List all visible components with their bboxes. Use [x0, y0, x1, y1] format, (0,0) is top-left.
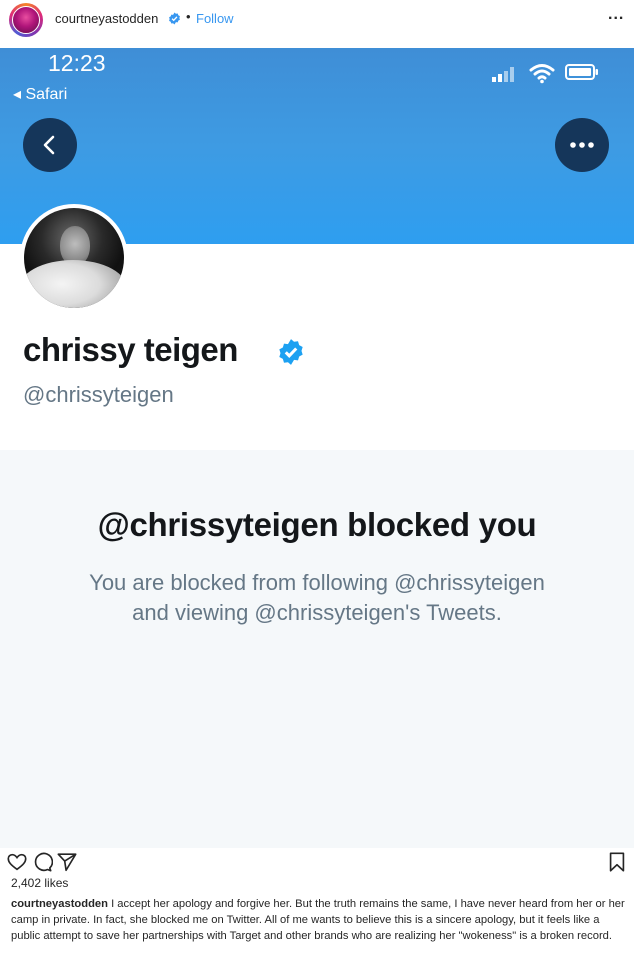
- bookmark-icon[interactable]: [606, 851, 628, 873]
- post-caption: courtneyastodden I accept her apology an…: [11, 896, 625, 944]
- blocked-message: You are blocked from following @chrissyt…: [0, 568, 634, 628]
- back-button[interactable]: [23, 118, 77, 172]
- separator-dot: •: [186, 9, 191, 24]
- verified-badge-icon: [279, 339, 303, 365]
- follow-button[interactable]: Follow: [196, 11, 234, 26]
- more-options-icon[interactable]: ...: [608, 6, 624, 24]
- instagram-header: courtneyastodden • Follow ...: [0, 0, 634, 42]
- blocked-message-line: and viewing @chrissyteigen's Tweets.: [132, 600, 502, 625]
- profile-name: chrissy teigen: [23, 331, 238, 368]
- comment-icon[interactable]: [31, 851, 53, 873]
- back-to-safari[interactable]: ◂ Safari: [13, 84, 67, 104]
- wifi-icon: [529, 64, 555, 84]
- heart-icon[interactable]: [6, 851, 28, 873]
- likes-count[interactable]: 2,402 likes: [11, 876, 68, 890]
- more-dots-icon: [570, 142, 594, 148]
- battery-icon: [565, 64, 598, 80]
- poster-username[interactable]: courtneyastodden: [55, 11, 158, 26]
- blocked-notice: @chrissyteigen blocked you You are block…: [0, 450, 634, 848]
- share-icon[interactable]: [56, 851, 78, 873]
- caption-username[interactable]: courtneyastodden: [11, 898, 108, 910]
- profile-handle: @chrissyteigen: [23, 382, 174, 407]
- status-time: 12:23: [48, 50, 106, 76]
- chevron-left-icon: [43, 135, 55, 155]
- post-actions: [0, 848, 634, 876]
- profile-photo: [20, 204, 128, 312]
- signal-icon: [492, 66, 518, 82]
- poster-avatar[interactable]: [9, 3, 43, 37]
- blocked-message-line: You are blocked from following @chrissyt…: [89, 570, 545, 595]
- verified-badge-icon: [169, 12, 180, 25]
- profile-more-button[interactable]: [555, 118, 609, 172]
- post-image: 12:23 ◂ Safari chrissy teigen @chrissyte…: [0, 48, 634, 848]
- blocked-title: @chrissyteigen blocked you: [97, 506, 537, 543]
